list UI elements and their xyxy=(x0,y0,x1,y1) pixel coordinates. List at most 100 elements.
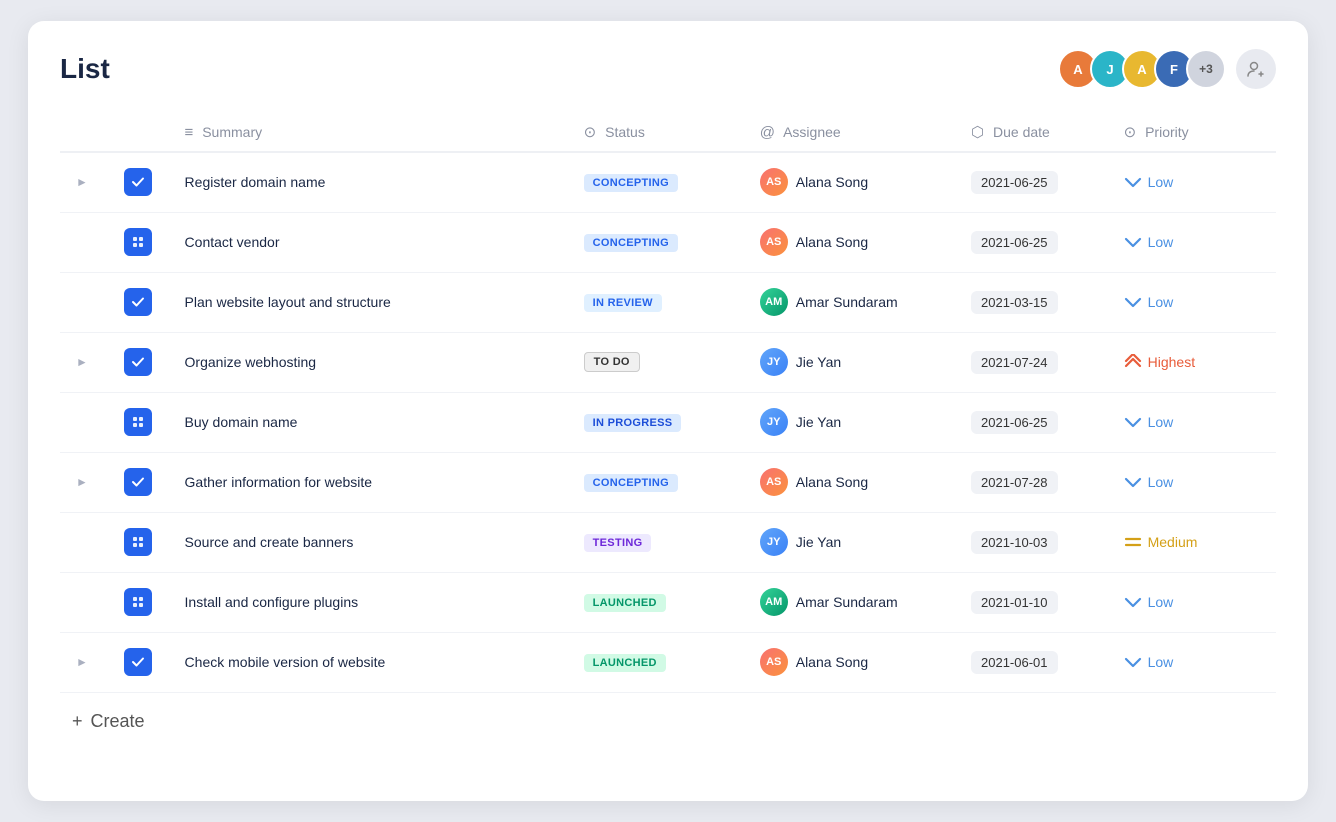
priority-icon xyxy=(1124,595,1142,609)
assignee-cell: ASAlana Song xyxy=(748,212,959,272)
status-cell: CONCEPTING xyxy=(572,212,748,272)
status-icon: ⊙ xyxy=(584,124,597,141)
assignee-cell: AMAmar Sundaram xyxy=(748,272,959,332)
status-badge[interactable]: TESTING xyxy=(584,534,652,552)
summary-cell: Plan website layout and structure xyxy=(173,272,572,332)
subtask-icon[interactable] xyxy=(124,408,152,436)
priority-value: Low xyxy=(1124,414,1264,430)
assignee-cell: JYJie Yan xyxy=(748,332,959,392)
subtask-icon[interactable] xyxy=(124,528,152,556)
th-duedate[interactable]: ⬡ Due date xyxy=(959,113,1112,152)
duedate-badge: 2021-06-25 xyxy=(971,231,1058,254)
summary-icon: ≡ xyxy=(185,124,194,141)
duedate-badge: 2021-07-24 xyxy=(971,351,1058,374)
icon-cell xyxy=(112,572,173,632)
priority-cell: Low xyxy=(1112,212,1276,272)
status-cell: LAUNCHED xyxy=(572,632,748,692)
table-row: Buy domain nameIN PROGRESSJYJie Yan2021-… xyxy=(60,392,1276,452)
table-body: ►Register domain nameCONCEPTINGASAlana S… xyxy=(60,152,1276,692)
assignee-avatar: AM xyxy=(760,288,788,316)
assignee-avatar: JY xyxy=(760,348,788,376)
status-cell: TESTING xyxy=(572,512,748,572)
priority-value: Low xyxy=(1124,294,1264,310)
summary-cell: Gather information for website xyxy=(173,452,572,512)
duedate-badge: 2021-06-01 xyxy=(971,651,1058,674)
priority-cell: Low xyxy=(1112,632,1276,692)
expand-button[interactable]: ► xyxy=(72,471,92,493)
add-member-button[interactable] xyxy=(1236,49,1276,89)
status-cell: IN REVIEW xyxy=(572,272,748,332)
table-row: Contact vendorCONCEPTINGASAlana Song2021… xyxy=(60,212,1276,272)
summary-cell: Check mobile version of website xyxy=(173,632,572,692)
checkbox-icon[interactable] xyxy=(124,648,152,676)
status-badge[interactable]: LAUNCHED xyxy=(584,654,666,672)
priority-icon xyxy=(1124,235,1142,249)
create-label: Create xyxy=(91,711,145,732)
duedate-badge: 2021-07-28 xyxy=(971,471,1058,494)
icon-cell xyxy=(112,392,173,452)
expand-cell: ► xyxy=(60,152,112,212)
th-status[interactable]: ⊙ Status xyxy=(572,113,748,152)
expand-cell: ► xyxy=(60,452,112,512)
priority-cell: Low xyxy=(1112,392,1276,452)
status-badge[interactable]: CONCEPTING xyxy=(584,474,678,492)
status-badge[interactable]: TO DO xyxy=(584,352,640,372)
header-right: AJAF+3 xyxy=(1058,49,1276,89)
avatar-group: AJAF+3 xyxy=(1058,49,1226,89)
checkbox-icon[interactable] xyxy=(124,168,152,196)
duedate-cell: 2021-06-25 xyxy=(959,152,1112,212)
icon-cell xyxy=(112,272,173,332)
priority-value: Low xyxy=(1124,234,1264,250)
subtask-icon[interactable] xyxy=(124,588,152,616)
priority-cell: Low xyxy=(1112,152,1276,212)
duedate-cell: 2021-01-10 xyxy=(959,572,1112,632)
priority-icon xyxy=(1124,655,1142,669)
table-row: ►Register domain nameCONCEPTINGASAlana S… xyxy=(60,152,1276,212)
assignee-avatar: AS xyxy=(760,648,788,676)
duedate-badge: 2021-03-15 xyxy=(971,291,1058,314)
checkbox-icon[interactable] xyxy=(124,288,152,316)
th-assignee[interactable]: @ Assignee xyxy=(748,113,959,152)
duedate-cell: 2021-07-24 xyxy=(959,332,1112,392)
status-badge[interactable]: IN PROGRESS xyxy=(584,414,682,432)
th-priority[interactable]: ⊙ Priority xyxy=(1112,113,1276,152)
priority-cell: Low xyxy=(1112,452,1276,512)
status-badge[interactable]: IN REVIEW xyxy=(584,294,662,312)
status-cell: LAUNCHED xyxy=(572,572,748,632)
expand-button[interactable]: ► xyxy=(72,351,92,373)
status-badge[interactable]: CONCEPTING xyxy=(584,234,678,252)
assignee-name: Amar Sundaram xyxy=(796,594,898,610)
th-icon xyxy=(112,113,173,152)
priority-icon xyxy=(1124,536,1142,548)
create-row[interactable]: + Create xyxy=(60,693,1276,736)
assignee-avatar: JY xyxy=(760,408,788,436)
summary-cell: Buy domain name xyxy=(173,392,572,452)
table-row: Plan website layout and structure IN REVI… xyxy=(60,272,1276,332)
subtask-icon[interactable] xyxy=(124,228,152,256)
priority-label: Low xyxy=(1148,594,1174,610)
expand-button[interactable]: ► xyxy=(72,171,92,193)
priority-label: Medium xyxy=(1148,534,1198,550)
assignee-name: Alana Song xyxy=(796,654,868,670)
priority-label: Low xyxy=(1148,474,1174,490)
assignee-avatar: AS xyxy=(760,168,788,196)
table-row: ► Check mobile version of website LAUNCHED… xyxy=(60,632,1276,692)
summary-label: Summary xyxy=(202,124,262,140)
expand-cell xyxy=(60,392,112,452)
checkbox-icon[interactable] xyxy=(124,468,152,496)
summary-cell: Organize webhosting xyxy=(173,332,572,392)
duedate-badge: 2021-06-25 xyxy=(971,411,1058,434)
th-summary[interactable]: ≡ Summary xyxy=(173,113,572,152)
expand-button[interactable]: ► xyxy=(72,651,92,673)
duedate-badge: 2021-01-10 xyxy=(971,591,1058,614)
status-badge[interactable]: CONCEPTING xyxy=(584,174,678,192)
checkbox-icon[interactable] xyxy=(124,348,152,376)
status-cell: TO DO xyxy=(572,332,748,392)
assignee-name: Alana Song xyxy=(796,234,868,250)
expand-cell xyxy=(60,572,112,632)
expand-cell xyxy=(60,212,112,272)
status-badge[interactable]: LAUNCHED xyxy=(584,594,666,612)
assignee-cell: AS Alana Song xyxy=(748,632,959,692)
assignee-cell: ASAlana Song xyxy=(748,452,959,512)
duedate-badge: 2021-10-03 xyxy=(971,531,1058,554)
